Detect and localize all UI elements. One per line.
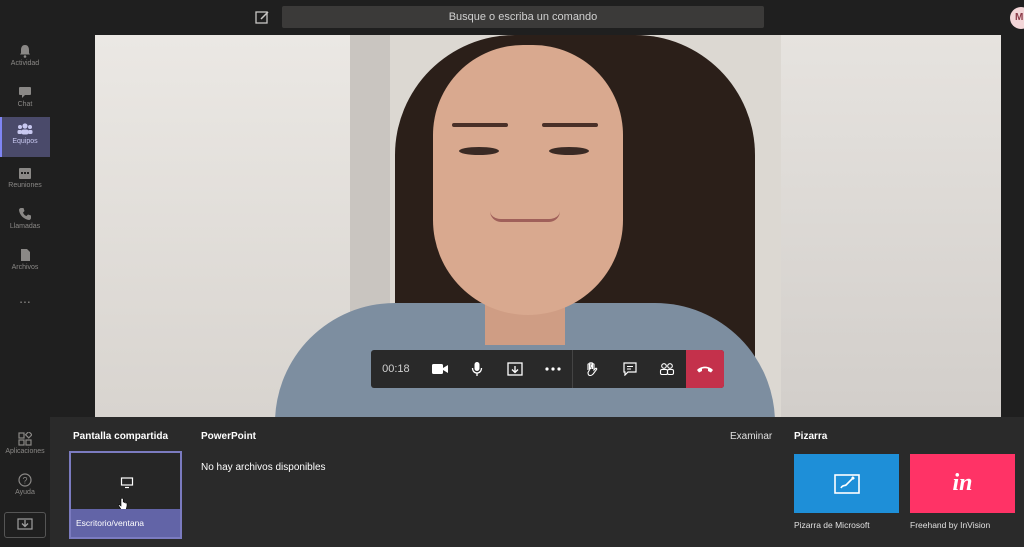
share-tray-icon [507,362,523,376]
show-participants-button[interactable] [648,350,686,388]
top-bar: Busque o escriba un comando M [0,0,1024,35]
participant-brow [542,123,598,127]
rail-item-label: Actividad [10,60,40,67]
rail-item-label: Reuniones [8,182,42,189]
show-conversation-button[interactable] [611,350,649,388]
share-screen-button[interactable] [496,350,534,388]
search-input[interactable]: Busque o escriba un comando [282,6,764,28]
rail-item-activity[interactable]: Actividad [0,39,50,79]
more-apps-button[interactable]: ... [0,291,50,311]
rail-item-files[interactable]: Archivos [0,243,50,283]
invision-logo-icon: in [952,470,973,496]
microsoft-whiteboard-label: Pizarra de Microsoft [794,520,870,530]
video-background [781,35,1001,417]
desktop-window-tile[interactable]: Escritorio/ventana [69,451,182,539]
powerpoint-title: PowerPoint [201,431,257,442]
monitor-icon [120,477,134,489]
new-chat-icon[interactable] [252,8,272,28]
invision-freehand-tile[interactable]: in [910,454,1015,513]
app-bar: Actividad Chat Equipos Reuniones Llamada… [0,35,50,547]
call-controls: 00:18 [371,350,724,388]
hang-up-icon [697,366,714,373]
ellipsis-icon [545,367,561,371]
file-icon [21,249,30,261]
rail-item-help[interactable]: ? Ayuda [0,468,50,508]
browse-button[interactable]: Examinar [730,431,772,442]
no-files-message: No hay archivos disponibles [201,462,326,473]
download-app-button[interactable] [4,512,46,538]
screen-share-title: Pantalla compartida [73,431,169,442]
camera-button[interactable] [421,350,459,388]
hang-up-button[interactable] [686,350,724,388]
more-options-button[interactable] [534,350,572,388]
participant-mouth [490,211,560,222]
whiteboard-title: Pizarra [794,431,828,442]
apps-icon [18,432,32,446]
phone-icon [19,208,31,220]
help-icon: ? [18,473,32,487]
bell-icon [20,45,30,58]
teams-icon [17,123,33,135]
participants-icon [660,363,675,376]
desktop-window-label: Escritorio/ventana [71,509,180,537]
participant-eye [549,147,589,155]
rail-item-label: Ayuda [15,489,35,496]
rail-item-apps[interactable]: Aplicaciones [0,427,50,467]
chat-icon [19,87,31,98]
microphone-icon [472,362,483,376]
hand-icon [587,362,598,377]
download-icon [17,518,33,530]
microsoft-whiteboard-tile[interactable] [794,454,899,513]
svg-text:?: ? [22,476,27,486]
rail-item-calls[interactable]: Llamadas [0,202,50,242]
avatar[interactable]: M [1010,7,1024,29]
rail-item-label: Llamadas [9,223,41,230]
call-timer: 00:18 [382,363,410,375]
rail-item-chat[interactable]: Chat [0,80,50,120]
microphone-button[interactable] [459,350,497,388]
participant-face [433,45,623,315]
conversation-icon [622,362,637,376]
rail-item-label: Archivos [11,264,39,271]
whiteboard-icon [833,473,860,494]
rail-item-label: Aplicaciones [5,448,45,455]
camera-icon [431,364,448,374]
rail-item-label: Equipos [12,138,38,145]
calendar-icon [19,168,31,179]
invision-freehand-label: Freehand by InVision [910,520,991,530]
rail-item-label: Chat [17,101,33,108]
participant-brow [452,123,508,127]
rail-item-teams[interactable]: Equipos [0,117,50,157]
rail-item-meetings[interactable]: Reuniones [0,161,50,201]
participant-eye [459,147,499,155]
raise-hand-button[interactable] [573,350,611,388]
